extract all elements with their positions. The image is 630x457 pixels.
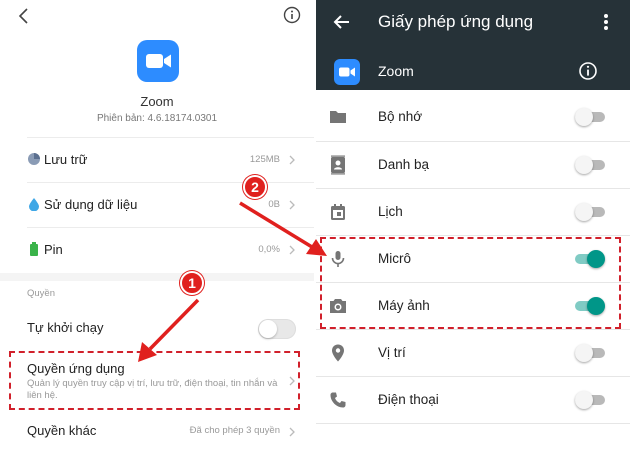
arrow-to-app-permissions [148,298,200,351]
step-badge-2: 2 [243,175,267,199]
annotation-arrows [138,201,327,362]
arrow-to-microphone [239,201,313,249]
step-badge-1: 1 [180,271,204,295]
arrowhead [306,239,327,256]
